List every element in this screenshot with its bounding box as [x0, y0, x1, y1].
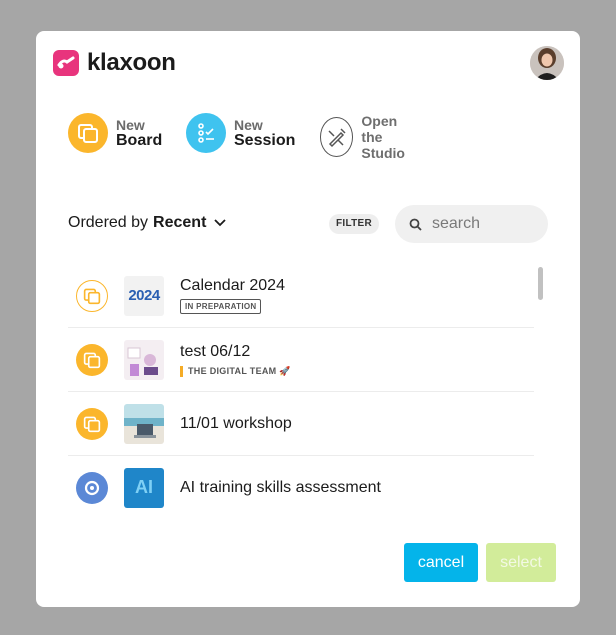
- new-session-bottom-label: Session: [234, 132, 296, 149]
- sort-value: Recent: [153, 214, 207, 231]
- session-icon: [76, 471, 108, 504]
- list-scrollbar[interactable]: [538, 267, 543, 300]
- board-icon: [76, 407, 108, 440]
- session-icon: [186, 113, 226, 153]
- user-avatar[interactable]: [530, 46, 564, 80]
- item-title: 11/01 workshop: [180, 414, 292, 432]
- board-icon: [76, 279, 108, 312]
- board-icon: [68, 113, 108, 153]
- search-input[interactable]: [430, 214, 534, 234]
- list-item[interactable]: test 06/12 THE DIGITAL TEAM 🚀: [68, 328, 534, 392]
- new-board-top-label: New: [116, 117, 145, 133]
- session-thumbnail: AI: [124, 467, 164, 508]
- thumbnail-text: AI: [135, 477, 153, 497]
- board-icon: [76, 343, 108, 376]
- list-item[interactable]: 2024 Calendar 2024 IN PREPARATION: [68, 264, 534, 328]
- brand-name: klaxoon: [87, 49, 176, 76]
- select-button[interactable]: select: [486, 543, 556, 582]
- thumbnail-text: 2024: [128, 287, 160, 304]
- sort-dropdown[interactable]: Ordered by Recent: [68, 214, 227, 232]
- item-title: Calendar 2024: [180, 277, 285, 294]
- studio-icon: [320, 117, 354, 157]
- list-item[interactable]: AI AI training skills assessment: [68, 456, 534, 519]
- team-name: THE DIGITAL TEAM: [188, 365, 277, 376]
- klaxoon-logo: klaxoon: [53, 49, 176, 77]
- search-box: [395, 205, 548, 243]
- open-studio-bottom-label: Studio: [361, 145, 405, 161]
- klaxoon-logo-icon: [53, 50, 79, 76]
- rocket-icon: 🚀: [279, 365, 291, 376]
- board-thumbnail: [124, 403, 164, 444]
- team-label: THE DIGITAL TEAM 🚀: [180, 365, 291, 377]
- list-item[interactable]: 11/01 workshop: [68, 392, 534, 456]
- new-board-button[interactable]: New Board: [68, 113, 162, 153]
- item-title: AI training skills assessment: [180, 478, 381, 496]
- board-thumbnail: [124, 339, 164, 380]
- new-session-button[interactable]: New Session: [186, 113, 295, 153]
- new-board-bottom-label: Board: [116, 132, 163, 149]
- select-board-dialog: klaxoon New Board New Session Open the S…: [36, 31, 580, 607]
- new-session-top-label: New: [234, 117, 263, 133]
- board-thumbnail: 2024: [124, 275, 164, 316]
- chevron-down-icon: [214, 214, 227, 232]
- cancel-button[interactable]: cancel: [404, 543, 478, 582]
- status-badge: IN PREPARATION: [180, 299, 262, 314]
- filter-button[interactable]: FILTER: [329, 214, 380, 234]
- open-studio-top-label: Open the: [361, 113, 398, 145]
- board-list: 2024 Calendar 2024 IN PREPARATION test 0…: [68, 264, 534, 519]
- open-studio-button[interactable]: Open the Studio: [320, 113, 412, 161]
- item-title: test 06/12: [180, 342, 251, 360]
- search-icon: [409, 218, 422, 231]
- sort-label: Ordered by: [68, 214, 149, 231]
